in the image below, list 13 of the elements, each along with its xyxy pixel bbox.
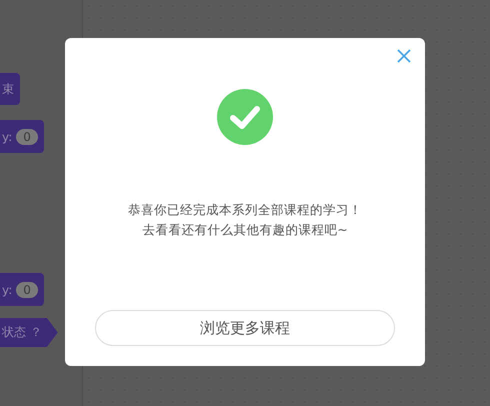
code-block[interactable]: 状态 ？ — [0, 318, 58, 347]
code-block[interactable]: y: 0 — [0, 120, 44, 153]
number-input[interactable]: 0 — [16, 128, 38, 144]
code-block[interactable]: y: 0 — [0, 273, 44, 306]
block-label: y: — [2, 130, 12, 144]
browse-more-button[interactable]: 浏览更多课程 — [95, 310, 395, 346]
block-label: y: — [2, 282, 12, 296]
close-icon[interactable] — [397, 49, 411, 63]
message-text: 恭喜你已经完成本系列全部课程的学习！ — [128, 201, 362, 219]
code-block[interactable]: 束 — [0, 73, 20, 105]
check-circle-icon — [217, 89, 273, 145]
number-input[interactable]: 0 — [16, 282, 38, 298]
message-text: 去看看还有什么其他有趣的课程吧~ — [141, 221, 349, 239]
